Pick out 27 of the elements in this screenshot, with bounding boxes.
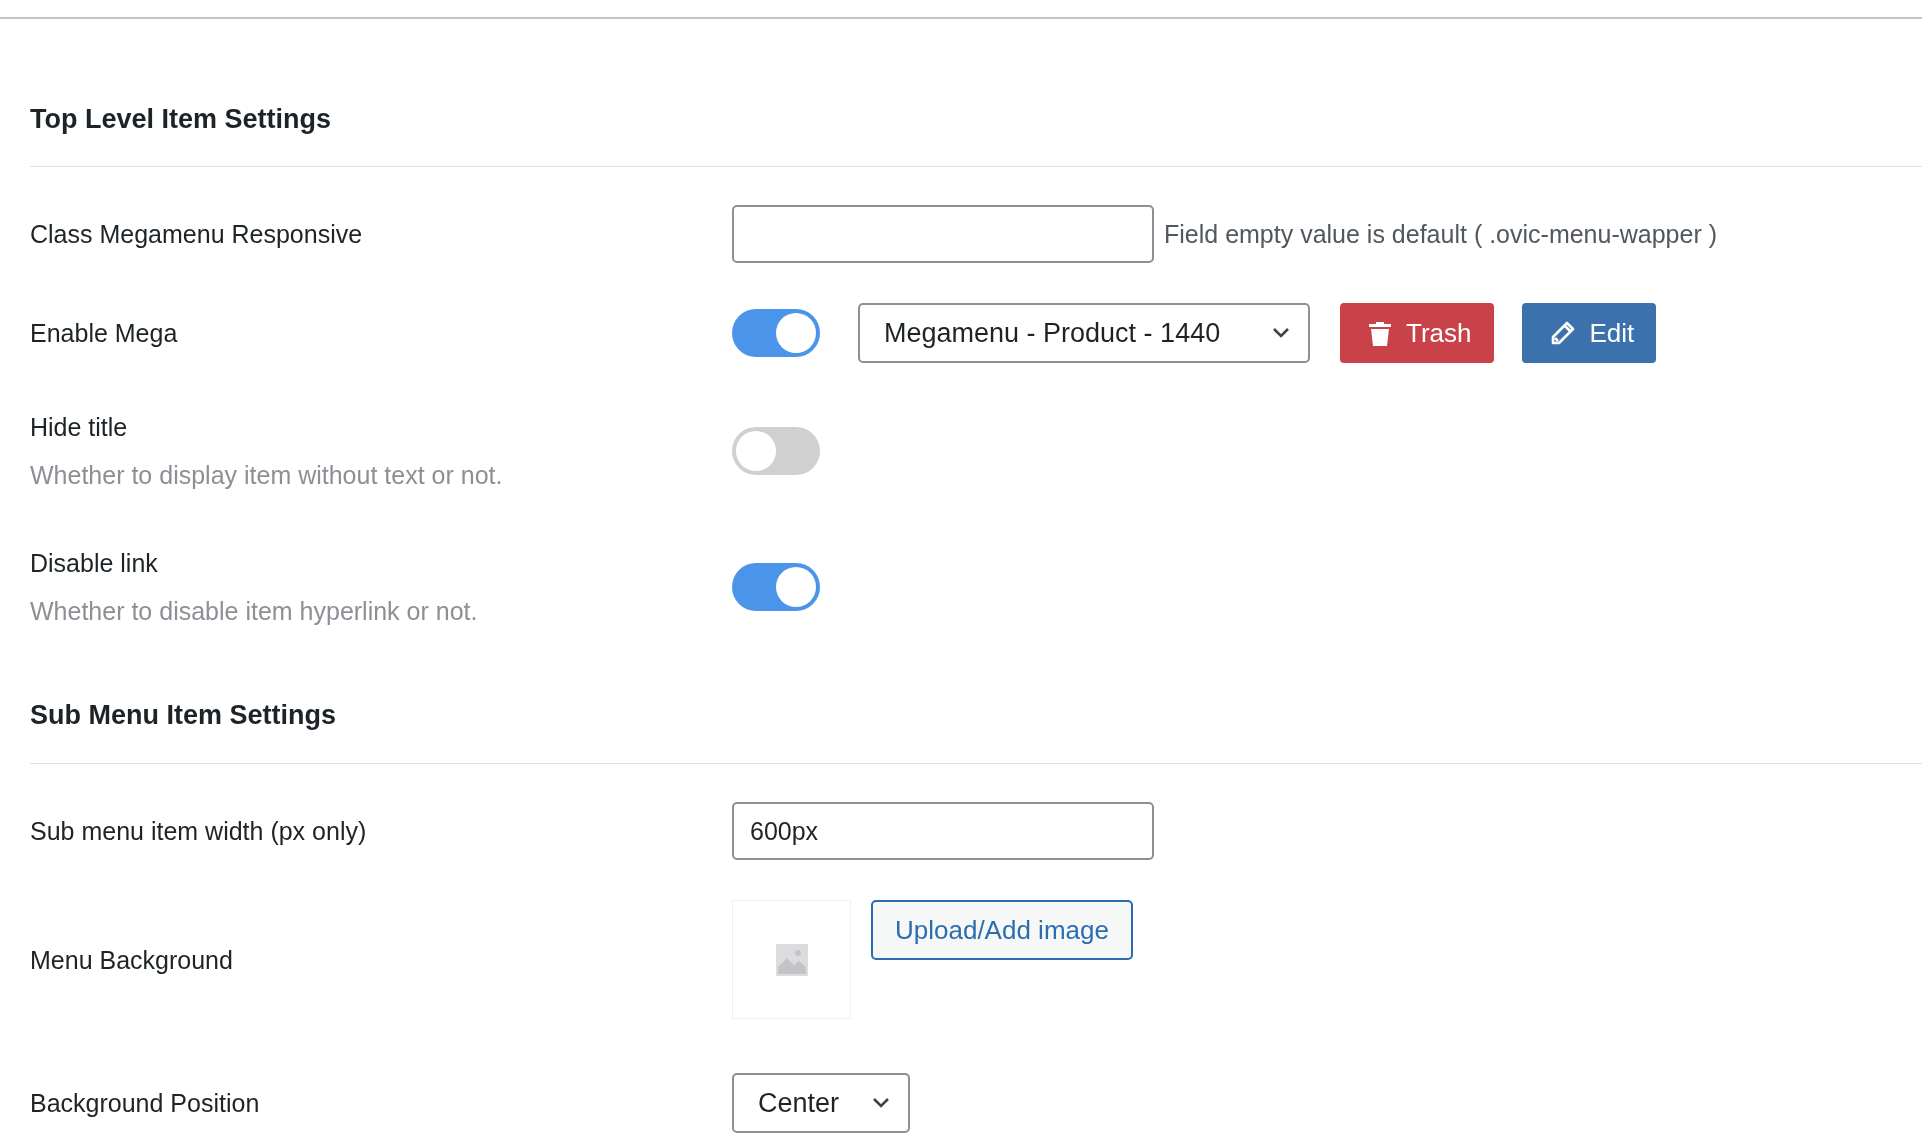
upload-image-button[interactable]: Upload/Add image (871, 900, 1133, 960)
trash-button[interactable]: Trash (1340, 303, 1494, 363)
field-label: Background Position (30, 1088, 261, 1119)
field-label: Class Megamenu Responsive (30, 219, 364, 250)
text-field[interactable]: 600px (732, 802, 1154, 860)
field-label: Hide title (30, 412, 129, 443)
section-heading: Sub Menu Item Settings (30, 699, 338, 731)
field-label: Menu Background (30, 944, 234, 976)
text-field[interactable] (732, 205, 1154, 263)
dropdown[interactable]: Megamenu - Product - 1440 (858, 303, 1310, 363)
field-description: Whether to display item without text or not. (30, 460, 504, 491)
chevron-down-icon (1272, 327, 1290, 339)
field-description: Whether to disable item hyperlink or not. (30, 596, 479, 627)
chevron-down-icon (872, 1097, 890, 1109)
pencil-icon (1549, 320, 1576, 346)
field-label: Enable Mega (30, 318, 179, 349)
toggle-switch[interactable] (732, 563, 820, 611)
edit-button[interactable]: Edit (1521, 303, 1657, 363)
trash-icon (1368, 319, 1392, 347)
dropdown[interactable]: Center (732, 1073, 910, 1133)
field-hint: Field empty value is default ( .ovic-menu-wapper ) (1164, 219, 1717, 249)
toggle-switch[interactable] (732, 427, 820, 475)
field-label: Disable link (30, 548, 159, 579)
field-label: Sub menu item width (px only) (30, 816, 368, 847)
section-heading: Top Level Item Settings (30, 103, 333, 135)
image-placeholder-icon (774, 942, 809, 977)
toggle-switch[interactable] (732, 309, 820, 357)
